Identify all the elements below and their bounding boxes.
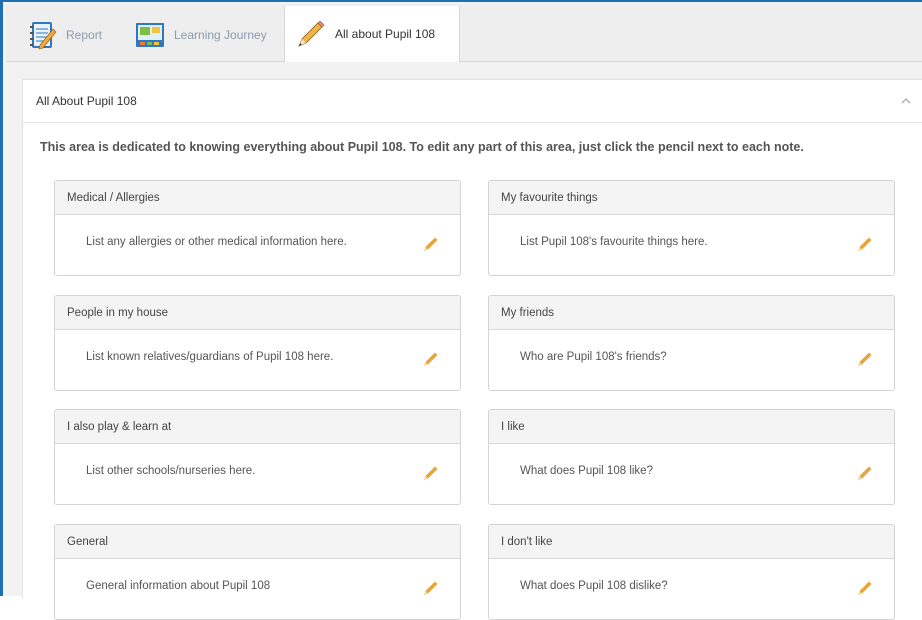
card-title: My friends <box>489 296 894 330</box>
card-title: My favourite things <box>489 181 894 215</box>
card-text: List Pupil 108's favourite things here. <box>520 236 708 248</box>
notebook-icon <box>30 22 57 50</box>
tab-report-label: Report <box>66 28 103 42</box>
edit-pencil-icon[interactable] <box>856 579 874 597</box>
card-title: I like <box>489 410 894 444</box>
tab-bar: Report Learning Journey All about Pupil … <box>6 4 922 62</box>
card-text: List other schools/nurseries here. <box>86 465 256 477</box>
card-title: Medical / Allergies <box>55 181 460 215</box>
card-title: I also play & learn at <box>55 410 460 444</box>
tab-learning-journey-label: Learning Journey <box>174 28 267 42</box>
card-title: People in my house <box>55 296 460 330</box>
card-play-learn-at: I also play & learn at List other school… <box>54 409 461 505</box>
intro-text: This area is dedicated to knowing everyt… <box>40 140 804 154</box>
tab-report[interactable]: Report <box>16 8 116 62</box>
main-panel: All About Pupil 108 This area is dedicat… <box>22 79 922 620</box>
edit-pencil-icon[interactable] <box>422 579 440 597</box>
card-my-friends: My friends Who are Pupil 108's friends? <box>488 295 895 391</box>
edit-pencil-icon[interactable] <box>856 235 874 253</box>
card-text: General information about Pupil 108 <box>86 580 271 592</box>
edit-pencil-icon[interactable] <box>422 350 440 368</box>
card-text: List any allergies or other medical info… <box>86 236 347 248</box>
chevron-up-icon[interactable] <box>899 94 913 108</box>
tab-all-about-pupil[interactable]: All about Pupil 108 <box>284 6 460 62</box>
card-medical-allergies: Medical / Allergies List any allergies o… <box>54 180 461 276</box>
card-text: What does Pupil 108 like? <box>520 465 653 477</box>
app-frame: Report Learning Journey All about Pupil … <box>0 0 922 620</box>
edit-pencil-icon[interactable] <box>422 235 440 253</box>
panel-header[interactable]: All About Pupil 108 <box>23 80 922 123</box>
card-people-in-house: People in my house List known relatives/… <box>54 295 461 391</box>
tab-all-about-pupil-label: All about Pupil 108 <box>335 27 436 41</box>
card-i-dont-like: I don't like What does Pupil 108 dislike… <box>488 524 895 620</box>
card-title: General <box>55 525 460 559</box>
card-general: General General information about Pupil … <box>54 524 461 620</box>
picture-board-icon <box>136 23 164 47</box>
card-text: List known relatives/guardians of Pupil … <box>86 351 334 363</box>
panel-title: All About Pupil 108 <box>36 94 137 108</box>
card-text: Who are Pupil 108's friends? <box>520 351 667 363</box>
edit-pencil-icon[interactable] <box>856 464 874 482</box>
edit-pencil-icon[interactable] <box>422 464 440 482</box>
card-favourite-things: My favourite things List Pupil 108's fav… <box>488 180 895 276</box>
card-i-like: I like What does Pupil 108 like? <box>488 409 895 505</box>
tab-learning-journey[interactable]: Learning Journey <box>124 8 276 62</box>
card-title: I don't like <box>489 525 894 559</box>
card-text: What does Pupil 108 dislike? <box>520 580 668 592</box>
edit-pencil-icon[interactable] <box>856 350 874 368</box>
pencil-icon <box>298 20 325 47</box>
